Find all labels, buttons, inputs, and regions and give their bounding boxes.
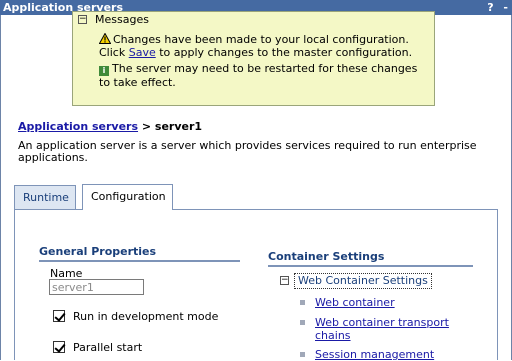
warning-icon bbox=[99, 33, 111, 44]
general-properties-heading: General Properties bbox=[39, 245, 240, 262]
warning-text: Changes have been made to your local con… bbox=[113, 33, 409, 46]
web-container-transport-chains-link[interactable]: Web container transport chains bbox=[315, 316, 475, 342]
session-management-link[interactable]: Session management bbox=[315, 348, 434, 361]
name-field[interactable] bbox=[49, 279, 144, 295]
warning-suffix-text: to apply changes to the master configura… bbox=[155, 46, 413, 59]
parallel-start-label: Parallel start bbox=[73, 341, 143, 354]
web-container-settings-collapse-icon[interactable]: − bbox=[280, 276, 289, 285]
bullet-icon bbox=[300, 320, 305, 325]
tab-configuration[interactable]: Configuration bbox=[82, 184, 173, 210]
info-icon: i bbox=[99, 66, 109, 76]
bullet-icon bbox=[300, 352, 305, 357]
info-message: i The server may need to be restarted for… bbox=[99, 62, 429, 89]
dev-mode-label: Run in development mode bbox=[73, 310, 219, 323]
minimize-icon[interactable]: - bbox=[503, 1, 508, 14]
warning-click-text: Click bbox=[99, 46, 129, 59]
bullet-icon bbox=[300, 300, 305, 305]
parallel-start-checkbox[interactable] bbox=[53, 341, 65, 353]
dev-mode-checkbox[interactable] bbox=[53, 310, 65, 322]
breadcrumb-current: server1 bbox=[154, 120, 203, 133]
info-text: The server may need to be restarted for … bbox=[99, 62, 418, 89]
web-container-settings-toggle[interactable]: Web Container Settings bbox=[294, 273, 432, 289]
breadcrumb: Application servers > server1 bbox=[18, 120, 202, 133]
messages-collapse-icon[interactable]: − bbox=[78, 15, 87, 24]
help-icon[interactable]: ? bbox=[487, 1, 493, 14]
save-link[interactable]: Save bbox=[129, 46, 156, 59]
web-container-link[interactable]: Web container bbox=[315, 296, 395, 309]
messages-title: Messages bbox=[95, 13, 149, 26]
tab-runtime[interactable]: Runtime bbox=[14, 185, 76, 210]
page-description: An application server is a server which … bbox=[18, 139, 477, 164]
breadcrumb-separator: > bbox=[138, 120, 155, 133]
warning-message: Changes have been made to your local con… bbox=[99, 33, 429, 59]
container-settings-heading: Container Settings bbox=[268, 250, 473, 267]
messages-box: − Messages Changes have been made to you… bbox=[72, 11, 435, 106]
breadcrumb-application-servers-link[interactable]: Application servers bbox=[18, 120, 138, 133]
